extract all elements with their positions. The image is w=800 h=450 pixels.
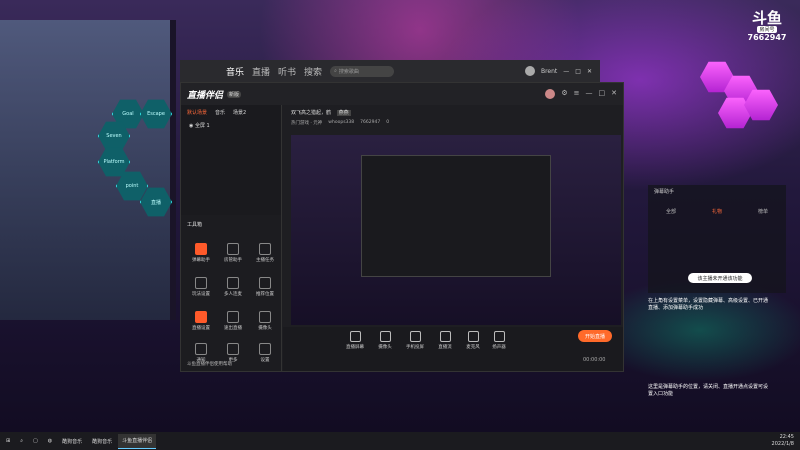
menu-icon[interactable]: ≡ xyxy=(574,89,580,99)
live-timer: 00:00:00 xyxy=(583,357,606,363)
search-icon: ⌕ xyxy=(334,68,337,74)
live-tab[interactable]: 直播 xyxy=(252,65,270,78)
music-app-header: 音乐 直播 听书 搜索 ⌕ 搜索歌曲 Brent — □ ✕ xyxy=(180,60,600,82)
tool-quick[interactable]: 速出直播 xyxy=(219,311,247,331)
speech-bubble: 该主播未开通该功能 xyxy=(688,273,752,283)
scene-tab-default[interactable]: 默认场景 xyxy=(187,109,207,116)
tool-more[interactable]: 更多 xyxy=(219,343,247,363)
username[interactable]: Brent xyxy=(541,68,557,75)
tool-danmu[interactable]: 弹幕助手 xyxy=(187,243,215,263)
stream-source-button[interactable]: 直播流 xyxy=(433,331,457,350)
tool-camera[interactable]: 摄像头 xyxy=(251,311,279,331)
music-tab[interactable]: 音乐 xyxy=(226,65,244,78)
streamer-app-window: 直播伴侣 新版 ⚙ ≡ — □ ✕ 默认场景 音乐 场景2 ◉ 全屏 1 工具箱… xyxy=(180,82,624,372)
tool-multi-mic[interactable]: 多人连麦 xyxy=(219,277,247,297)
taskbar-app-kugou[interactable]: 酷狗音乐 xyxy=(58,434,86,448)
tool-recommend[interactable]: 推荐位置 xyxy=(251,277,279,297)
scene-panel: 默认场景 音乐 场景2 ◉ 全屏 1 xyxy=(181,105,282,215)
minimize-icon[interactable]: — xyxy=(563,68,569,75)
taskbar-app-streamer[interactable]: 斗鱼直播伴侣 xyxy=(118,433,157,449)
help-link[interactable]: 斗鱼直播伴侣使用帮助 xyxy=(187,361,232,367)
close-icon[interactable]: ✕ xyxy=(587,68,592,75)
tool-settings[interactable]: 设置 xyxy=(251,343,279,363)
settings-icon[interactable]: ⚙ xyxy=(561,89,567,99)
close-icon[interactable]: ✕ xyxy=(611,89,617,99)
search-icon[interactable]: ⌕ xyxy=(16,434,27,448)
room-number: 7662947 xyxy=(747,33,787,42)
search-tab[interactable]: 搜索 xyxy=(304,65,322,78)
stream-info: 双飞高之猎起，鹤 燕燕 热门游戏 · 元神 whoops338 7662947 … xyxy=(283,105,623,135)
task-view-icon[interactable]: ▢ xyxy=(29,434,42,448)
system-clock[interactable]: 22:45 2022/1/8 xyxy=(772,434,794,448)
rain-window xyxy=(0,20,176,320)
avatar[interactable] xyxy=(545,89,556,99)
room-tag: 房间号 xyxy=(757,26,777,33)
app-titlebar: 直播伴侣 新版 ⚙ ≡ — □ ✕ xyxy=(181,83,623,105)
tab-all[interactable]: 全部 xyxy=(666,208,676,215)
minimize-icon[interactable]: — xyxy=(586,89,593,99)
audiobook-tab[interactable]: 听书 xyxy=(278,65,296,78)
start-live-button[interactable]: 开始直播 xyxy=(578,330,612,342)
stream-tag[interactable]: 燕燕 xyxy=(336,110,351,116)
eye-icon[interactable]: ◉ xyxy=(189,123,193,129)
tool-tasks[interactable]: 主播任务 xyxy=(251,243,279,263)
category[interactable]: 热门游戏 · 元神 xyxy=(291,120,322,126)
taskbar-app-kugou2[interactable]: 酷狗音乐 xyxy=(88,434,116,448)
maximize-icon[interactable]: □ xyxy=(575,68,581,75)
avatar[interactable] xyxy=(524,66,535,76)
tool-notify[interactable]: 通知 xyxy=(187,343,215,363)
app-logo: 直播伴侣 xyxy=(187,90,224,101)
tab-rank[interactable]: 榜单 xyxy=(758,208,768,215)
tool-room-admin[interactable]: 房管助手 xyxy=(219,243,247,263)
scene-tab-2[interactable]: 场景2 xyxy=(233,109,246,116)
tab-gifts[interactable]: 礼物 xyxy=(712,208,722,215)
tool-live-settings[interactable]: 直播设置 xyxy=(187,311,215,331)
version-badge[interactable]: 新版 xyxy=(227,90,242,98)
camera-button[interactable]: 摄像头 xyxy=(373,331,397,350)
source-bar: 直播屏幕 摄像头 手机投屏 直播流 麦克风 扬声器 00:00:00 xyxy=(283,327,623,371)
screen-capture-button[interactable]: 直播屏幕 xyxy=(343,331,367,350)
assistant-title: 弹幕助手 xyxy=(654,189,675,195)
stream-title[interactable]: 双飞高之猎起，鹤 xyxy=(291,110,331,116)
fans-count: 0 xyxy=(386,120,390,125)
assistant-message: 这里是弹幕助手的位置，请关闭、直播开通点设置可设置入口功能 xyxy=(648,384,769,397)
live-preview[interactable] xyxy=(291,135,621,325)
danmu-assistant-panel: 弹幕助手 全部 礼物 榜单 该主播未开通该功能 xyxy=(648,185,786,293)
speaker-button[interactable]: 扬声器 xyxy=(487,331,511,350)
tool-gameplay[interactable]: 玩法设置 xyxy=(187,277,215,297)
tools-panel: 工具箱 弹幕助手 房管助手 主播任务 玩法设置 多人连麦 推荐位置 直播设置 速… xyxy=(181,215,282,371)
scene-item[interactable]: ◉ 全屏 1 xyxy=(181,120,281,131)
assistant-message: 在上角有设置菜单，设置隐藏弹幕、高级设置、已开通直播、添加弹幕助手成功 xyxy=(648,298,769,311)
browser-icon[interactable]: ◍ xyxy=(44,434,56,448)
mic-button[interactable]: 麦克风 xyxy=(461,331,485,350)
uid: whoops338 xyxy=(328,120,355,125)
music-search-input[interactable]: ⌕ 搜索歌曲 xyxy=(330,65,395,77)
douyu-logo-text: 斗鱼 xyxy=(751,9,782,27)
nested-preview xyxy=(361,155,551,277)
phone-cast-button[interactable]: 手机投屏 xyxy=(403,331,427,350)
taskbar: ⊞ ⌕ ▢ ◍ 酷狗音乐 酷狗音乐 斗鱼直播伴侣 22:45 2022/1/8 xyxy=(0,432,800,450)
maximize-icon[interactable]: □ xyxy=(599,89,606,99)
start-icon[interactable]: ⊞ xyxy=(2,434,14,448)
room-id: 7662947 xyxy=(360,120,381,125)
tools-title: 工具箱 xyxy=(187,222,203,228)
douyu-watermark: 斗鱼 房间号 7662947 xyxy=(742,10,792,56)
scene-tab-music[interactable]: 音乐 xyxy=(215,109,225,116)
